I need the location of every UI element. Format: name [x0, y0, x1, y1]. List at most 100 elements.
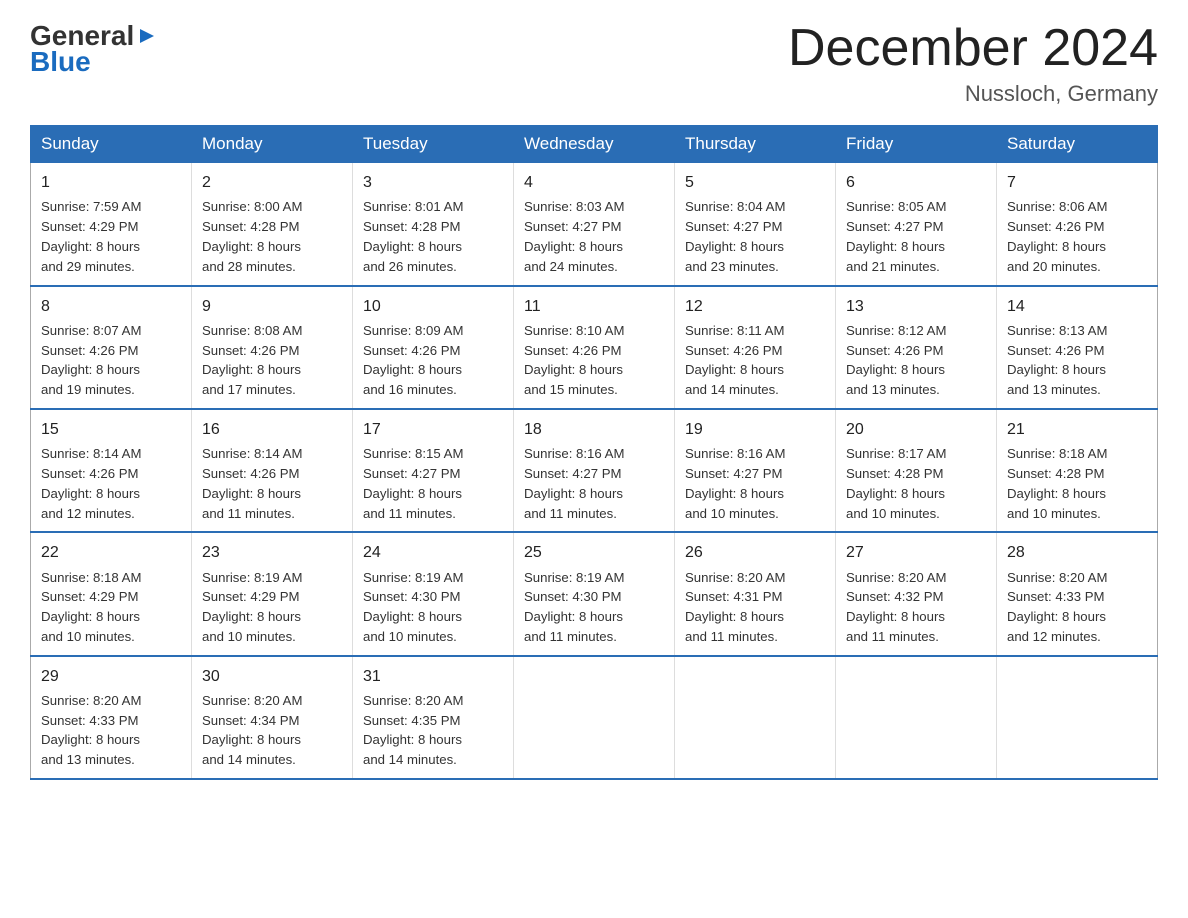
day-info: Sunrise: 8:19 AMSunset: 4:29 PMDaylight:…: [202, 568, 342, 647]
calendar-cell: [997, 656, 1158, 779]
month-title: December 2024: [788, 20, 1158, 77]
header-tuesday: Tuesday: [353, 126, 514, 163]
day-info: Sunrise: 8:20 AMSunset: 4:32 PMDaylight:…: [846, 568, 986, 647]
day-number: 11: [524, 295, 664, 318]
calendar-week-4: 22 Sunrise: 8:18 AMSunset: 4:29 PMDayligh…: [31, 532, 1158, 655]
calendar-cell: 30Sunrise: 8:20 AMSunset: 4:34 PMDayligh…: [192, 656, 353, 779]
day-number: 31: [363, 665, 503, 688]
title-area: December 2024 Nussloch, Germany: [788, 20, 1158, 107]
day-info: Sunrise: 8:20 AMSunset: 4:31 PMDaylight:…: [685, 568, 825, 647]
day-info: Sunrise: 8:20 AMSunset: 4:33 PMDaylight:…: [1007, 568, 1147, 647]
calendar-cell: 10 Sunrise: 8:09 AMSunset: 4:26 PMDayligh…: [353, 286, 514, 409]
day-info: Sunrise: 8:16 AMSunset: 4:27 PMDaylight:…: [685, 444, 825, 523]
calendar-cell: 5Sunrise: 8:04 AMSunset: 4:27 PMDaylight…: [675, 163, 836, 286]
location-title: Nussloch, Germany: [788, 81, 1158, 107]
calendar-cell: [514, 656, 675, 779]
day-info: Sunrise: 8:11 AMSunset: 4:26 PMDaylight:…: [685, 321, 825, 400]
calendar-cell: 13 Sunrise: 8:12 AMSunset: 4:26 PMDayligh…: [836, 286, 997, 409]
day-number: 7: [1007, 171, 1147, 194]
calendar-cell: 2 Sunrise: 8:00 AMSunset: 4:28 PMDaylight…: [192, 163, 353, 286]
day-info: Sunrise: 8:19 AMSunset: 4:30 PMDaylight:…: [524, 568, 664, 647]
day-number: 4: [524, 171, 664, 194]
calendar-cell: 18Sunrise: 8:16 AMSunset: 4:27 PMDayligh…: [514, 409, 675, 532]
calendar-cell: 15Sunrise: 8:14 AMSunset: 4:26 PMDayligh…: [31, 409, 192, 532]
calendar-week-1: 1 Sunrise: 7:59 AMSunset: 4:29 PMDaylight…: [31, 163, 1158, 286]
day-info: Sunrise: 8:19 AMSunset: 4:30 PMDaylight:…: [363, 568, 503, 647]
logo-blue-text: Blue: [30, 46, 158, 78]
day-number: 18: [524, 418, 664, 441]
day-number: 29: [41, 665, 181, 688]
header-monday: Monday: [192, 126, 353, 163]
calendar-cell: 6Sunrise: 8:05 AMSunset: 4:27 PMDaylight…: [836, 163, 997, 286]
day-info: Sunrise: 8:13 AMSunset: 4:26 PMDaylight:…: [1007, 321, 1147, 400]
calendar-cell: 23Sunrise: 8:19 AMSunset: 4:29 PMDayligh…: [192, 532, 353, 655]
day-number: 26: [685, 541, 825, 564]
day-info: Sunrise: 8:06 AMSunset: 4:26 PMDaylight:…: [1007, 197, 1147, 276]
day-number: 30: [202, 665, 342, 688]
logo: General Blue: [30, 20, 158, 78]
day-info: Sunrise: 8:18 AMSunset: 4:28 PMDaylight:…: [1007, 444, 1147, 523]
calendar-cell: [836, 656, 997, 779]
logo-arrow-icon: [136, 25, 158, 47]
day-info: Sunrise: 8:00 AMSunset: 4:28 PMDaylight:…: [202, 197, 342, 276]
day-info: Sunrise: 8:20 AMSunset: 4:33 PMDaylight:…: [41, 691, 181, 770]
calendar-cell: 25 Sunrise: 8:19 AMSunset: 4:30 PMDayligh…: [514, 532, 675, 655]
calendar-cell: 29 Sunrise: 8:20 AMSunset: 4:33 PMDayligh…: [31, 656, 192, 779]
day-number: 25: [524, 541, 664, 564]
day-number: 10: [363, 295, 503, 318]
day-info: Sunrise: 7:59 AMSunset: 4:29 PMDaylight:…: [41, 197, 181, 276]
day-info: Sunrise: 8:01 AMSunset: 4:28 PMDaylight:…: [363, 197, 503, 276]
calendar-week-5: 29 Sunrise: 8:20 AMSunset: 4:33 PMDayligh…: [31, 656, 1158, 779]
calendar-cell: 4Sunrise: 8:03 AMSunset: 4:27 PMDaylight…: [514, 163, 675, 286]
calendar-cell: 11 Sunrise: 8:10 AMSunset: 4:26 PMDayligh…: [514, 286, 675, 409]
day-info: Sunrise: 8:07 AMSunset: 4:26 PMDaylight:…: [41, 321, 181, 400]
page-header: General Blue December 2024 Nussloch, Ger…: [30, 20, 1158, 107]
day-number: 21: [1007, 418, 1147, 441]
calendar-week-3: 15 Sunrise: 8:14 AMSunset: 4:26 PMDayligh…: [31, 409, 1158, 532]
day-number: 12: [685, 295, 825, 318]
calendar-cell: 14Sunrise: 8:13 AMSunset: 4:26 PMDayligh…: [997, 286, 1158, 409]
header-sunday: Sunday: [31, 126, 192, 163]
calendar-table: Sunday Monday Tuesday Wednesday Thursday…: [30, 125, 1158, 780]
weekday-header-row: Sunday Monday Tuesday Wednesday Thursday…: [31, 126, 1158, 163]
calendar-cell: [675, 656, 836, 779]
calendar-cell: 16 Sunrise: 8:14 AMSunset: 4:26 PMDayligh…: [192, 409, 353, 532]
day-info: Sunrise: 8:09 AMSunset: 4:26 PMDaylight:…: [363, 321, 503, 400]
day-number: 27: [846, 541, 986, 564]
day-number: 20: [846, 418, 986, 441]
day-info: Sunrise: 8:20 AMSunset: 4:35 PMDaylight:…: [363, 691, 503, 770]
calendar-cell: 28 Sunrise: 8:20 AMSunset: 4:33 PMDayligh…: [997, 532, 1158, 655]
day-number: 2: [202, 171, 342, 194]
calendar-cell: 26 Sunrise: 8:20 AMSunset: 4:31 PMDayligh…: [675, 532, 836, 655]
day-number: 16: [202, 418, 342, 441]
day-number: 17: [363, 418, 503, 441]
calendar-cell: 19Sunrise: 8:16 AMSunset: 4:27 PMDayligh…: [675, 409, 836, 532]
day-number: 9: [202, 295, 342, 318]
day-info: Sunrise: 8:18 AMSunset: 4:29 PMDaylight:…: [41, 568, 181, 647]
day-number: 28: [1007, 541, 1147, 564]
calendar-cell: 31 Sunrise: 8:20 AMSunset: 4:35 PMDayligh…: [353, 656, 514, 779]
day-info: Sunrise: 8:14 AMSunset: 4:26 PMDaylight:…: [202, 444, 342, 523]
day-number: 24: [363, 541, 503, 564]
day-number: 13: [846, 295, 986, 318]
calendar-cell: 21 Sunrise: 8:18 AMSunset: 4:28 PMDayligh…: [997, 409, 1158, 532]
day-number: 8: [41, 295, 181, 318]
day-number: 1: [41, 171, 181, 194]
day-number: 22: [41, 541, 181, 564]
calendar-cell: 27 Sunrise: 8:20 AMSunset: 4:32 PMDayligh…: [836, 532, 997, 655]
calendar-cell: 17 Sunrise: 8:15 AMSunset: 4:27 PMDayligh…: [353, 409, 514, 532]
header-friday: Friday: [836, 126, 997, 163]
calendar-cell: 24 Sunrise: 8:19 AMSunset: 4:30 PMDayligh…: [353, 532, 514, 655]
day-info: Sunrise: 8:17 AMSunset: 4:28 PMDaylight:…: [846, 444, 986, 523]
day-info: Sunrise: 8:10 AMSunset: 4:26 PMDaylight:…: [524, 321, 664, 400]
header-saturday: Saturday: [997, 126, 1158, 163]
day-number: 15: [41, 418, 181, 441]
calendar-cell: 12 Sunrise: 8:11 AMSunset: 4:26 PMDayligh…: [675, 286, 836, 409]
day-info: Sunrise: 8:04 AMSunset: 4:27 PMDaylight:…: [685, 197, 825, 276]
day-info: Sunrise: 8:12 AMSunset: 4:26 PMDaylight:…: [846, 321, 986, 400]
calendar-cell: 22 Sunrise: 8:18 AMSunset: 4:29 PMDayligh…: [31, 532, 192, 655]
header-wednesday: Wednesday: [514, 126, 675, 163]
day-info: Sunrise: 8:15 AMSunset: 4:27 PMDaylight:…: [363, 444, 503, 523]
calendar-cell: 1 Sunrise: 7:59 AMSunset: 4:29 PMDaylight…: [31, 163, 192, 286]
header-thursday: Thursday: [675, 126, 836, 163]
